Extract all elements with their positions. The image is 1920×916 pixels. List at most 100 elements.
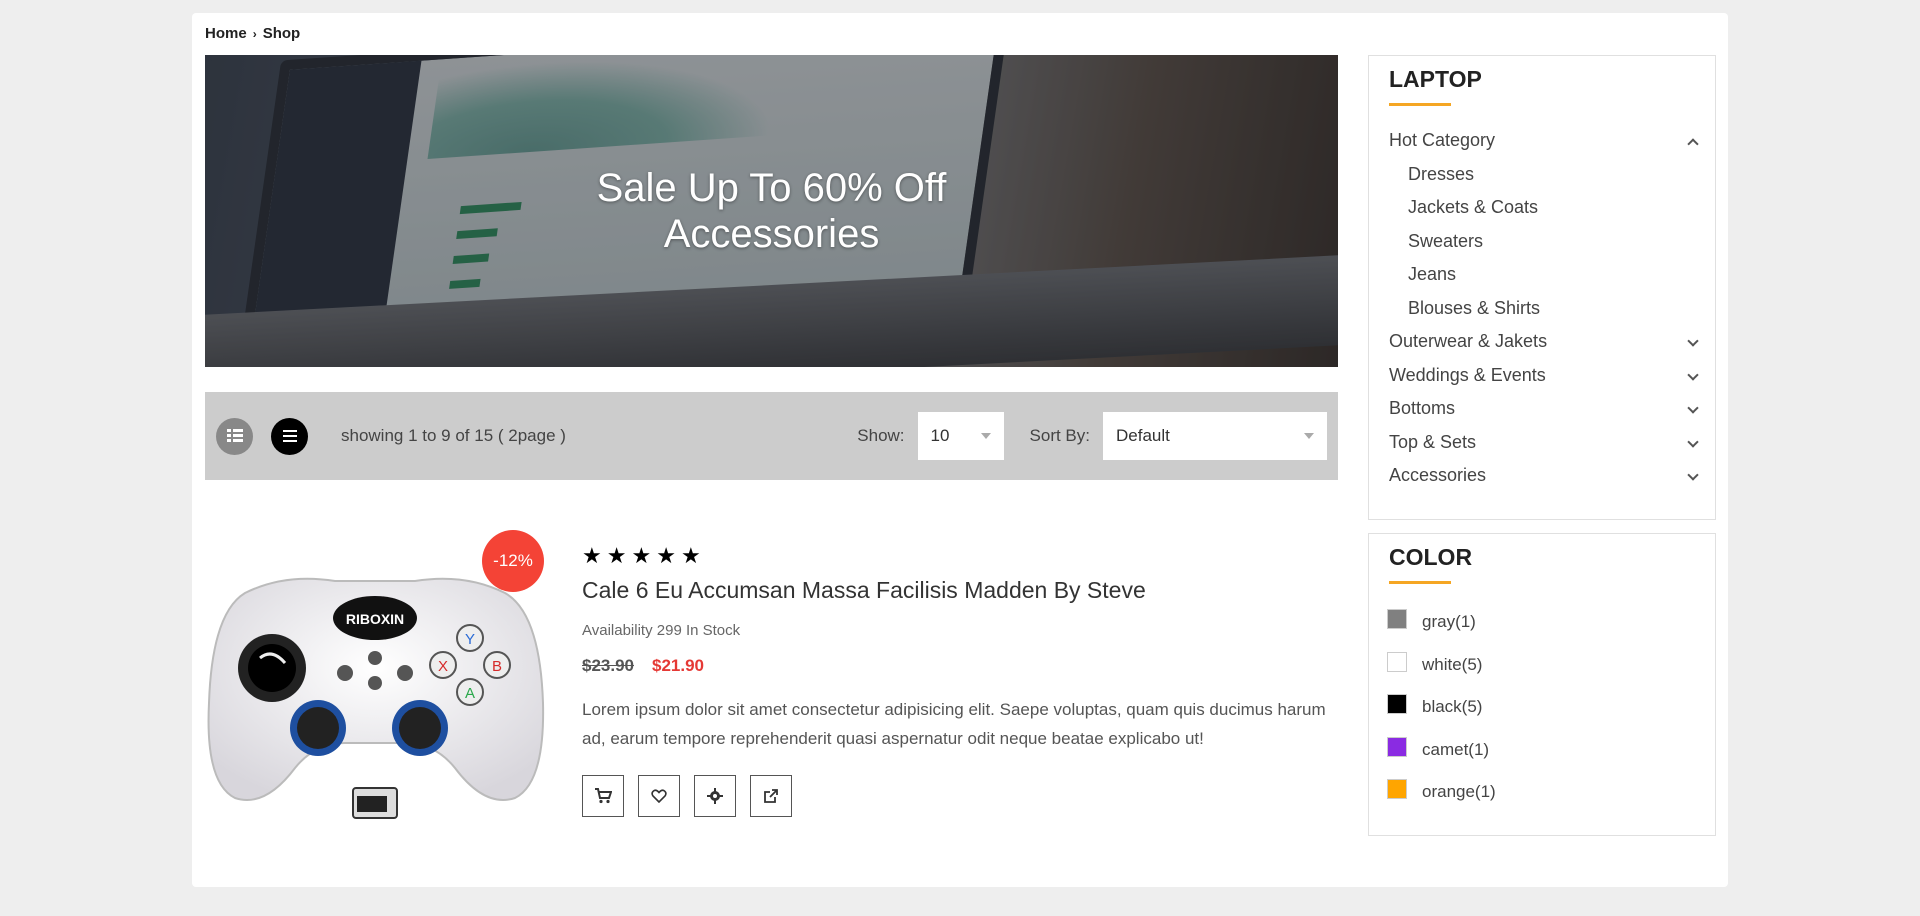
- color-option-camet[interactable]: camet(1): [1369, 729, 1715, 772]
- category-item-blouses-shirts[interactable]: Blouses & Shirts: [1369, 292, 1715, 326]
- category-item-hot-category[interactable]: Hot Category: [1369, 124, 1715, 158]
- chevron-down-icon[interactable]: [1687, 335, 1699, 347]
- title-underline: [1389, 581, 1451, 584]
- color-option-white[interactable]: white(5): [1369, 644, 1715, 687]
- category-label: Jeans: [1408, 264, 1457, 285]
- product-title[interactable]: Cale 6 Eu Accumsan Massa Facilisis Madde…: [582, 577, 1342, 604]
- product-brand-label: RIBOXIN: [346, 611, 404, 627]
- banner-subtitle: Accessories: [663, 212, 880, 256]
- breadcrumb: Home › Shop: [205, 25, 300, 42]
- category-label: Accessories: [1389, 465, 1487, 486]
- add-to-cart-button[interactable]: [582, 775, 624, 817]
- quick-view-button[interactable]: [750, 775, 792, 817]
- category-item-jackets-coats[interactable]: Jackets & Coats: [1369, 191, 1715, 225]
- banner-title: Sale Up To 60% Off: [596, 166, 947, 210]
- category-item-dresses[interactable]: Dresses: [1369, 158, 1715, 192]
- category-item-sweaters[interactable]: Sweaters: [1369, 225, 1715, 259]
- color-label: white(5): [1422, 654, 1483, 674]
- grid-view-button[interactable]: [216, 417, 253, 455]
- color-swatch[interactable]: [1387, 694, 1407, 715]
- title-underline: [1389, 103, 1451, 106]
- color-filter-widget: COLOR gray(1) white(5) black(5) camet(1)…: [1368, 533, 1716, 836]
- category-widget-title: LAPTOP: [1389, 66, 1482, 92]
- promo-banner[interactable]: Sale Up To 60% Off Accessories: [205, 55, 1338, 367]
- category-label: Sweaters: [1408, 230, 1484, 251]
- category-item-jeans[interactable]: Jeans: [1369, 258, 1715, 292]
- caret-down-icon: [1304, 433, 1314, 439]
- color-option-orange[interactable]: orange(1): [1369, 771, 1715, 814]
- star-icon: ★: [606, 543, 627, 568]
- banner-caption: Sale Up To 60% Off Accessories: [205, 165, 1338, 257]
- category-label: Hot Category: [1389, 130, 1496, 151]
- product-description: Lorem ipsum dolor sit amet consectetur a…: [582, 700, 1326, 748]
- category-item-top-sets[interactable]: Top & Sets: [1369, 426, 1715, 460]
- rating-stars: ★ ★ ★ ★ ★: [582, 543, 1342, 569]
- category-label: Top & Sets: [1389, 431, 1477, 452]
- color-label: black(5): [1422, 697, 1483, 717]
- show-count-select[interactable]: 10: [917, 412, 1004, 460]
- show-count-value: 10: [930, 426, 950, 445]
- category-item-bottoms[interactable]: Bottoms: [1369, 392, 1715, 426]
- color-swatch[interactable]: [1387, 779, 1407, 800]
- star-icon: ★: [656, 543, 676, 568]
- color-label: orange(1): [1422, 782, 1496, 802]
- category-widget: LAPTOP Hot Category Dresses Jackets & Co…: [1368, 55, 1716, 520]
- category-label: Bottoms: [1389, 398, 1456, 419]
- list-icon: [282, 430, 297, 442]
- color-list: gray(1) white(5) black(5) camet(1) orang…: [1369, 601, 1715, 814]
- product-availability: Availability 299 In Stock: [582, 622, 741, 639]
- product-actions: [582, 775, 1342, 817]
- show-label: Show:: [857, 426, 905, 445]
- new-price: $21.90: [652, 656, 704, 675]
- svg-text:B: B: [492, 658, 502, 675]
- discount-badge: -12%: [482, 530, 544, 592]
- chevron-down-icon[interactable]: [1687, 402, 1699, 414]
- svg-text:A: A: [465, 685, 475, 702]
- shop-page: Home › Shop Sale Up To 60% Off Accessori…: [192, 13, 1728, 887]
- product-image[interactable]: RIBOXIN Y B X A: [205, 553, 547, 843]
- caret-down-icon: [980, 433, 991, 439]
- color-swatch[interactable]: [1387, 609, 1407, 630]
- color-option-black[interactable]: black(5): [1369, 686, 1715, 729]
- cart-icon: [595, 788, 612, 804]
- svg-text:X: X: [438, 658, 448, 675]
- product-info: ★ ★ ★ ★ ★ Cale 6 Eu Accumsan Massa Facil…: [582, 543, 1342, 817]
- chevron-up-icon[interactable]: [1687, 138, 1699, 150]
- category-label: Jackets & Coats: [1408, 197, 1539, 218]
- category-list: Hot Category Dresses Jackets & Coats Swe…: [1369, 124, 1715, 493]
- chevron-down-icon[interactable]: [1687, 469, 1699, 481]
- chevron-right-icon: ›: [252, 26, 257, 41]
- color-widget-title: COLOR: [1389, 544, 1473, 570]
- category-item-outerwear-jakets[interactable]: Outerwear & Jakets: [1369, 325, 1715, 359]
- compare-button[interactable]: [694, 775, 736, 817]
- color-label: camet(1): [1422, 739, 1490, 759]
- grid-icon: [226, 429, 243, 442]
- category-item-weddings-events[interactable]: Weddings & Events: [1369, 359, 1715, 393]
- color-label: gray(1): [1422, 612, 1476, 632]
- sort-label: Sort By:: [1029, 426, 1090, 445]
- category-label: Dresses: [1408, 163, 1475, 184]
- star-icon: ★: [582, 543, 602, 568]
- svg-text:Y: Y: [465, 631, 475, 648]
- product-prices: $23.90 $21.90: [582, 656, 1342, 676]
- shop-toolbar: showing 1 to 9 of 15 ( 2page ) Show: 10 …: [205, 392, 1338, 480]
- chevron-down-icon[interactable]: [1687, 368, 1699, 381]
- sort-select[interactable]: Default: [1103, 412, 1327, 460]
- external-link-icon: [764, 789, 778, 803]
- category-item-accessories[interactable]: Accessories: [1369, 459, 1715, 493]
- star-icon: ★: [631, 543, 652, 568]
- breadcrumb-current: Shop: [262, 25, 301, 42]
- chevron-down-icon[interactable]: [1687, 435, 1699, 448]
- category-label: Weddings & Events: [1389, 364, 1546, 385]
- color-swatch[interactable]: [1387, 736, 1407, 757]
- old-price: $23.90: [582, 656, 634, 675]
- wishlist-button[interactable]: [638, 775, 680, 817]
- star-icon: ★: [680, 543, 701, 568]
- sort-value: Default: [1116, 426, 1170, 445]
- list-view-button[interactable]: [271, 417, 308, 455]
- results-count: showing 1 to 9 of 15 ( 2page ): [341, 426, 566, 445]
- color-option-gray[interactable]: gray(1): [1369, 601, 1715, 644]
- category-label: Outerwear & Jakets: [1389, 331, 1548, 352]
- breadcrumb-home-link[interactable]: Home: [205, 25, 247, 42]
- color-swatch[interactable]: [1387, 651, 1407, 672]
